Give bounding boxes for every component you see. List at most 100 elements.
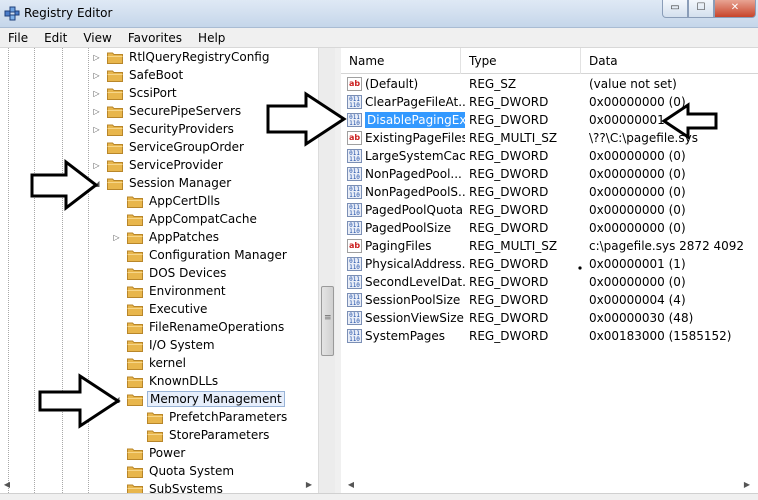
menu-edit[interactable]: Edit: [36, 28, 75, 47]
value-name-text: NonPagedPoolS...: [365, 185, 465, 199]
tree-item[interactable]: ServiceGroupOrder: [92, 138, 246, 156]
tree-item-label: Power: [149, 446, 186, 460]
list-item[interactable]: 011 110 NonPagedPoolS... REG_DWORD 0x000000…: [341, 183, 758, 202]
tree-item[interactable]: ▷ SafeBoot: [92, 66, 185, 84]
folder-icon: [127, 249, 143, 262]
scroll-right-arrow-icon[interactable]: ▶: [302, 478, 316, 492]
folder-icon: [127, 303, 143, 316]
window-controls: ▭ ☐ ✕: [662, 0, 756, 20]
list-item[interactable]: 011 110DisablePagingEx... REG_DWORD 0x0000…: [341, 111, 758, 130]
tree-item[interactable]: Configuration Manager: [112, 246, 289, 264]
expand-arrow-icon[interactable]: ▷: [92, 125, 101, 134]
tree-item-label: AppCompatCache: [149, 212, 257, 226]
scroll-right-arrow-icon[interactable]: ▶: [740, 478, 754, 492]
list-item[interactable]: 011 110 SystemPages REG_DWORD 0x00183000 (1…: [341, 327, 758, 346]
menu-bar: File Edit View Favorites Help: [0, 28, 758, 48]
value-name: NonPagedPoolS...: [365, 183, 465, 202]
value-name-text: NonPagedPool...: [365, 167, 462, 181]
list-item[interactable]: 011 110 SessionPoolSize REG_DWORD 0x0000000…: [341, 291, 758, 310]
column-header-name[interactable]: Name: [341, 48, 461, 74]
expand-arrow-icon[interactable]: ▷: [112, 233, 121, 242]
tree-vertical-scrollbar[interactable]: [318, 48, 335, 493]
list-item[interactable]: 011 110LargeSystemCac... REG_DWORD 0x00000…: [341, 147, 758, 166]
list-item[interactable]: 011 110 PagedPoolQuota REG_DWORD 0x00000000…: [341, 201, 758, 220]
tree-item[interactable]: ▷ ScsiPort: [92, 84, 179, 102]
value-data: 0x00000000 (0): [589, 275, 686, 289]
tree-scroll-thumb[interactable]: [321, 286, 334, 356]
horizontal-scrollbar[interactable]: ◀ ▶ ◀ ▶: [0, 476, 758, 493]
value-type: REG_DWORD: [469, 185, 549, 199]
tree-item[interactable]: AppCompatCache: [112, 210, 259, 228]
tree-item[interactable]: ◢ Memory Management: [112, 390, 285, 408]
tree-item-label: SafeBoot: [129, 68, 184, 82]
value-data: 0x00000001 (1): [589, 113, 686, 127]
tree-item[interactable]: ▷ SecurePipeServers: [92, 102, 243, 120]
list-item[interactable]: 011 110 ClearPageFileAt... REG_DWORD 0x0000…: [341, 93, 758, 112]
expand-arrow-icon[interactable]: ▷: [92, 71, 101, 80]
tree-item[interactable]: AppCertDlls: [112, 192, 222, 210]
menu-help[interactable]: Help: [190, 28, 233, 47]
menu-favorites[interactable]: Favorites: [120, 28, 190, 47]
binary-value-icon: 011 110: [347, 329, 362, 343]
tree-item[interactable]: Executive: [112, 300, 209, 318]
expand-arrow-icon[interactable]: ▷: [92, 107, 101, 116]
folder-icon: [127, 285, 143, 298]
registry-editor-icon: [4, 6, 20, 21]
tree-item[interactable]: ◢ Session Manager: [92, 174, 233, 192]
list-item[interactable]: 011 110 SessionViewSize REG_DWORD 0x0000003…: [341, 309, 758, 328]
tree-item-label: FileRenameOperations: [149, 320, 285, 334]
column-header-data[interactable]: Data: [581, 48, 758, 74]
value-name: PhysicalAddress...: [365, 255, 465, 274]
maximize-button[interactable]: ☐: [688, 0, 714, 18]
close-button[interactable]: ✕: [714, 0, 756, 18]
collapse-arrow-icon[interactable]: ◢: [112, 395, 121, 404]
list-item[interactable]: ab ExistingPageFiles REG_MULTI_SZ \??\C:\pa…: [341, 129, 758, 148]
list-item[interactable]: 011 110 PagedPoolSize REG_DWORD 0x00000000 …: [341, 219, 758, 238]
tree-item[interactable]: Power: [112, 444, 187, 462]
value-data: 0x00000000 (0): [589, 221, 686, 235]
tree-item-label: Executive: [149, 302, 208, 316]
tree-item[interactable]: Environment: [112, 282, 228, 300]
tree-item[interactable]: ▷ SecurityProviders: [92, 120, 236, 138]
registry-values-list[interactable]: Name Type Data ab (Default) REG_SZ (value n…: [341, 48, 758, 493]
menu-view[interactable]: View: [75, 28, 119, 47]
tree-item[interactable]: kernel: [112, 354, 188, 372]
expand-arrow-icon[interactable]: ▷: [92, 53, 101, 62]
tree-item[interactable]: ▷ ServiceProvider: [92, 156, 225, 174]
list-item[interactable]: 011 110 SecondLevelDat... REG_DWORD 0x00000…: [341, 273, 758, 292]
folder-icon: [127, 357, 143, 370]
value-name: (Default): [365, 75, 465, 94]
menu-file[interactable]: File: [0, 28, 36, 47]
tree-item[interactable]: PrefetchParameters: [132, 408, 289, 426]
tree-item[interactable]: I/O System: [112, 336, 217, 354]
value-type: REG_DWORD: [469, 293, 549, 307]
tree-item[interactable]: DOS Devices: [112, 264, 228, 282]
tree-item[interactable]: KnownDLLs: [112, 372, 220, 390]
scroll-left-arrow-icon[interactable]: ◀: [344, 478, 358, 492]
tree-item[interactable]: ▷ AppPatches: [112, 228, 221, 246]
value-name: PagedPoolSize: [365, 219, 465, 238]
column-header-type[interactable]: Type: [461, 48, 581, 74]
tree-item[interactable]: StoreParameters: [132, 426, 271, 444]
folder-icon: [107, 123, 123, 136]
list-item[interactable]: ab (Default) REG_SZ (value not set): [341, 75, 758, 94]
tree-item[interactable]: ▷ RtlQueryRegistryConfig: [92, 48, 271, 66]
value-data: 0x00183000 (1585152): [589, 329, 732, 343]
list-item[interactable]: 011 110 PhysicalAddress... REG_DWORD 0x0000…: [341, 255, 758, 274]
value-name-text: PagedPoolSize: [365, 221, 452, 235]
registry-key-tree[interactable]: ▷ RtlQueryRegistryConfig ▷ SafeBoot ▷ ScsiPor…: [0, 48, 335, 493]
tree-item-label: ServiceProvider: [129, 158, 223, 172]
list-item[interactable]: 011 110 NonPagedPool... REG_DWORD 0x0000000…: [341, 165, 758, 184]
expand-arrow-icon[interactable]: ▷: [92, 89, 101, 98]
tree-item[interactable]: FileRenameOperations: [112, 318, 286, 336]
minimize-button[interactable]: ▭: [662, 0, 688, 18]
collapse-arrow-icon[interactable]: ◢: [92, 179, 101, 188]
list-item[interactable]: ab PagingFiles REG_MULTI_SZ c:\pagefile.sys…: [341, 237, 758, 256]
scroll-left-arrow-icon[interactable]: ◀: [0, 478, 14, 492]
tree-item-label: KnownDLLs: [149, 374, 219, 388]
expand-arrow-icon[interactable]: ▷: [92, 161, 101, 170]
